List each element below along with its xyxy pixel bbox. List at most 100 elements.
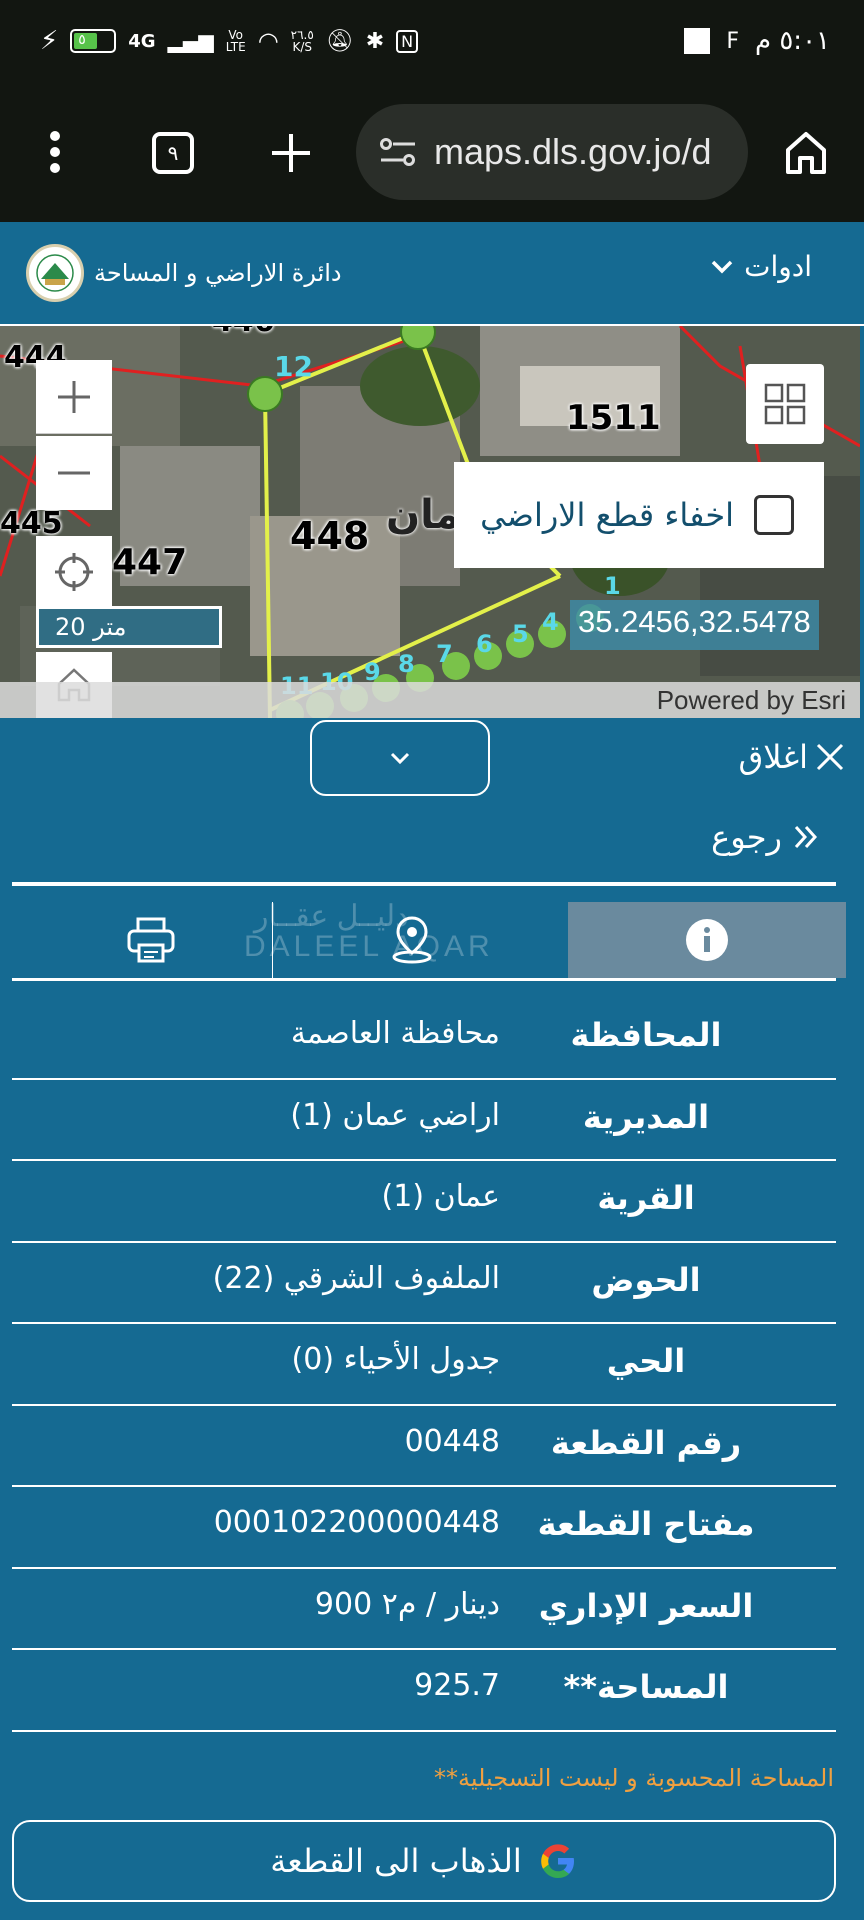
notification-square-icon <box>684 28 711 54</box>
detail-label: مفتاح القطعة <box>537 1505 755 1543</box>
chevron-down-icon <box>711 260 733 273</box>
detail-row: المديرية اراضي عمان (1) <box>12 1080 836 1161</box>
clock: ٥:٠١ م <box>754 26 830 56</box>
tab-location[interactable] <box>272 902 550 978</box>
coordinates-readout: 35.2456,32.5478 <box>570 600 819 650</box>
divider <box>12 978 836 981</box>
detail-label: الحي <box>606 1342 686 1380</box>
close-button[interactable]: اغلاق <box>738 738 846 776</box>
parcel-label-446: 446 <box>212 326 275 339</box>
goto-parcel-button[interactable]: الذهاب الى القطعة <box>12 1820 836 1902</box>
network-type: 4G <box>128 30 156 52</box>
signal-icon: ▂▄▆ <box>167 29 214 53</box>
mute-icon: 🔕︎ <box>325 28 354 54</box>
info-icon <box>686 919 728 961</box>
back-button[interactable]: رجوع <box>711 818 820 856</box>
area-footnote: **المساحة المحسوبة و ليست التسجيلية <box>433 1764 834 1792</box>
goto-parcel-label: الذهاب الى القطعة <box>270 1842 522 1880</box>
tab-switcher-button[interactable]: ٩ <box>152 132 194 174</box>
detail-value: 925.7 <box>414 1668 500 1703</box>
close-icon <box>816 743 844 771</box>
detail-value: محافظة العاصمة <box>290 1016 500 1051</box>
site-brand[interactable]: دائرة الاراضي و المساحة <box>26 244 342 302</box>
detail-label: المحافظة <box>570 1016 722 1054</box>
detail-row: رقم القطعة 00448 <box>12 1406 836 1487</box>
detail-row: مفتاح القطعة 000102200000448 <box>12 1487 836 1569</box>
parcel-info-panel: اغلاق رجوع دليــل عقــار DALEEL AQAR الم… <box>0 718 860 1920</box>
detail-label: **المساحة <box>563 1668 729 1706</box>
detail-row: المحافظة محافظة العاصمة <box>12 998 836 1080</box>
detail-label: المديرية <box>582 1097 710 1136</box>
esri-attribution: Powered by Esri <box>0 682 860 718</box>
locate-button[interactable] <box>36 536 112 608</box>
site-settings-icon[interactable] <box>380 137 416 167</box>
back-label: رجوع <box>711 818 782 856</box>
parcel-label-1511: 1511 <box>566 398 661 438</box>
panel-tabs <box>12 902 846 978</box>
bluetooth-icon: ✱ <box>365 28 385 54</box>
parcel-label-447: 447 <box>112 542 188 583</box>
detail-value: عمان (1) <box>381 1179 500 1214</box>
zoom-out-button[interactable] <box>36 436 112 510</box>
detail-label: السعر الإداري <box>538 1586 754 1625</box>
plus-icon <box>58 380 90 413</box>
map-view[interactable]: 444 445 447 448 1511 446 عمان 12 1 4 5 6… <box>0 326 860 718</box>
zoom-in-button[interactable] <box>36 360 112 434</box>
google-icon <box>540 1844 574 1878</box>
vertex-label-8: 8 <box>398 650 415 678</box>
chevron-down-icon <box>390 752 410 765</box>
basemap-gallery-button[interactable] <box>746 364 824 444</box>
printer-icon <box>127 917 175 963</box>
minus-icon <box>58 471 90 475</box>
home-icon[interactable] <box>784 130 828 180</box>
detail-value: 00448 <box>404 1423 500 1459</box>
tab-info[interactable] <box>568 902 846 978</box>
address-bar[interactable]: maps.dls.gov.jo/d <box>356 104 748 200</box>
detail-value: جدول الأحياء (0) <box>291 1342 500 1377</box>
hide-parcels-checkbox[interactable] <box>754 495 794 535</box>
detail-label: رقم القطعة <box>550 1423 742 1462</box>
parcel-details: المحافظة محافظة العاصمة المديرية اراضي عما… <box>12 998 836 1732</box>
detail-row: الحوض الملفوف الشرقي (22) <box>12 1243 836 1324</box>
map-scale: 20 متر <box>36 606 222 648</box>
detail-row: **المساحة 925.7 <box>12 1650 836 1732</box>
browser-menu-icon[interactable] <box>48 130 62 178</box>
tools-menu[interactable]: ادوات <box>710 250 812 283</box>
vertex-label-1: 1 <box>604 572 621 600</box>
charging-icon: ⚡ <box>40 26 59 56</box>
status-bar: ⚡ ٥ 4G ▂▄▆ Vo LTE ◠ ٢٦.٥ K/S 🔕︎ ✱ N F ٥:… <box>0 0 864 88</box>
vertex-label-6: 6 <box>476 630 493 658</box>
notification-icon: F <box>726 28 739 54</box>
url-text: maps.dls.gov.jo/d <box>434 131 712 172</box>
battery-icon: ٥ <box>70 29 117 53</box>
detail-row: الحي جدول الأحياء (0) <box>12 1324 836 1406</box>
dls-logo <box>26 244 84 302</box>
site-title: دائرة الاراضي و المساحة <box>94 259 342 287</box>
site-header: دائرة الاراضي و المساحة ادوات <box>0 222 864 326</box>
hide-parcels-label: اخفاء قطع الاراضي <box>480 496 734 534</box>
new-tab-icon[interactable] <box>270 132 312 178</box>
volte-label: Vo LTE <box>225 28 246 54</box>
tab-print[interactable] <box>12 902 290 978</box>
parcel-label-448: 448 <box>290 514 370 558</box>
vertex-label-7: 7 <box>436 640 453 668</box>
divider <box>12 882 836 886</box>
vertex-label-4: 4 <box>542 608 559 636</box>
detail-value: الملفوف الشرقي (22) <box>212 1260 500 1296</box>
grid-icon <box>764 383 806 425</box>
double-chevron-right-icon <box>794 825 818 849</box>
detail-value: 000102200000448 <box>213 1505 500 1540</box>
close-label: اغلاق <box>738 738 808 776</box>
vertex-label-5: 5 <box>512 620 529 648</box>
detail-value: اراضي عمان (1) <box>290 1097 500 1133</box>
hide-parcels-toggle[interactable]: اخفاء قطع الاراضي <box>454 462 824 568</box>
wifi-icon: ◠ <box>257 27 279 55</box>
nfc-icon: N <box>396 29 419 53</box>
detail-row: السعر الإداري 900 دينار / م٢ <box>12 1569 836 1650</box>
detail-row: القرية عمان (1) <box>12 1161 836 1243</box>
detail-label: الحوض <box>591 1260 701 1299</box>
collapse-panel-button[interactable] <box>310 720 490 796</box>
crosshair-icon <box>55 553 93 591</box>
detail-label: القرية <box>597 1179 695 1217</box>
net-speed: ٢٦.٥ K/S <box>290 28 314 54</box>
